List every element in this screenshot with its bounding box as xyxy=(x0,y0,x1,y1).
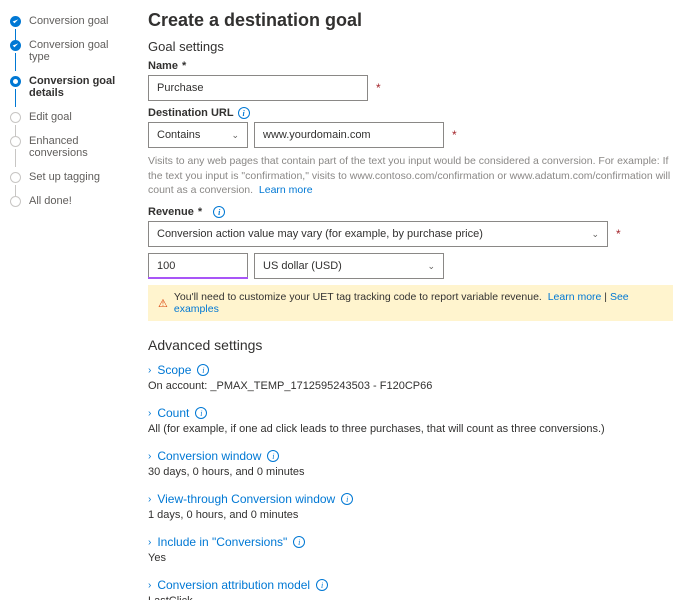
warning-banner: ⚠ You'll need to customize your UET tag … xyxy=(148,285,673,321)
url-match-select[interactable]: Contains⌄ xyxy=(148,122,248,148)
chevron-right-icon: › xyxy=(148,451,151,462)
chevron-right-icon: › xyxy=(148,494,151,505)
chevron-down-icon: ⌄ xyxy=(427,261,435,272)
destination-url-label: Destination URLi xyxy=(148,107,673,119)
include-conversions-toggle[interactable]: ›Include in "Conversions"i xyxy=(148,535,673,549)
count-toggle[interactable]: ›Counti xyxy=(148,406,673,420)
revenue-value-input[interactable] xyxy=(148,253,248,279)
step-edit-goal[interactable]: Edit goal xyxy=(10,111,125,123)
conversion-window-toggle[interactable]: ›Conversion windowi xyxy=(148,449,673,463)
count-value: All (for example, if one ad click leads … xyxy=(148,423,673,435)
info-icon[interactable]: i xyxy=(213,206,225,218)
include-conversions-value: Yes xyxy=(148,552,673,564)
advanced-settings-heading: Advanced settings xyxy=(148,337,673,353)
step-conversion-goal-details[interactable]: Conversion goal details xyxy=(10,75,125,99)
attribution-toggle[interactable]: ›Conversion attribution modeli xyxy=(148,578,673,592)
view-through-value: 1 days, 0 hours, and 0 minutes xyxy=(148,509,673,521)
highlight-underline xyxy=(148,277,248,279)
chevron-right-icon: › xyxy=(148,580,151,591)
wizard-steps: Conversion goal Conversion goal type Con… xyxy=(0,0,130,600)
attribution-value: LastClick xyxy=(148,595,673,600)
revenue-label: Revenue * i xyxy=(148,206,673,218)
learn-more-link[interactable]: Learn more xyxy=(259,184,313,196)
chevron-right-icon: › xyxy=(148,408,151,419)
info-icon[interactable]: i xyxy=(195,407,207,419)
currency-select[interactable]: US dollar (USD)⌄ xyxy=(254,253,444,279)
name-input[interactable] xyxy=(148,75,368,101)
destination-hint: Visits to any web pages that contain par… xyxy=(148,154,673,198)
scope-toggle[interactable]: ›Scopei xyxy=(148,363,673,377)
chevron-right-icon: › xyxy=(148,365,151,376)
conversion-window-value: 30 days, 0 hours, and 0 minutes xyxy=(148,466,673,478)
step-all-done[interactable]: All done! xyxy=(10,195,125,207)
step-enhanced-conversions[interactable]: Enhanced conversions xyxy=(10,135,125,159)
main-content: Create a destination goal Goal settings … xyxy=(130,0,693,600)
view-through-toggle[interactable]: ›View-through Conversion windowi xyxy=(148,492,673,506)
info-icon[interactable]: i xyxy=(197,364,209,376)
revenue-type-select[interactable]: Conversion action value may vary (for ex… xyxy=(148,221,608,247)
info-icon[interactable]: i xyxy=(238,107,250,119)
chevron-down-icon: ⌄ xyxy=(231,130,239,141)
warning-icon: ⚠ xyxy=(158,297,168,310)
info-icon[interactable]: i xyxy=(267,450,279,462)
step-set-up-tagging[interactable]: Set up tagging xyxy=(10,171,125,183)
info-icon[interactable]: i xyxy=(293,536,305,548)
scope-value: On account: _PMAX_TEMP_1712595243503 - F… xyxy=(148,380,673,392)
destination-url-input[interactable] xyxy=(254,122,444,148)
name-label: Name * xyxy=(148,60,673,72)
step-conversion-goal-type[interactable]: Conversion goal type xyxy=(10,39,125,63)
goal-settings-heading: Goal settings xyxy=(148,39,673,54)
learn-more-link[interactable]: Learn more xyxy=(548,291,602,303)
info-icon[interactable]: i xyxy=(316,579,328,591)
info-icon[interactable]: i xyxy=(341,493,353,505)
step-conversion-goal[interactable]: Conversion goal xyxy=(10,15,125,27)
chevron-right-icon: › xyxy=(148,537,151,548)
page-title: Create a destination goal xyxy=(148,10,673,31)
chevron-down-icon: ⌄ xyxy=(591,229,599,240)
